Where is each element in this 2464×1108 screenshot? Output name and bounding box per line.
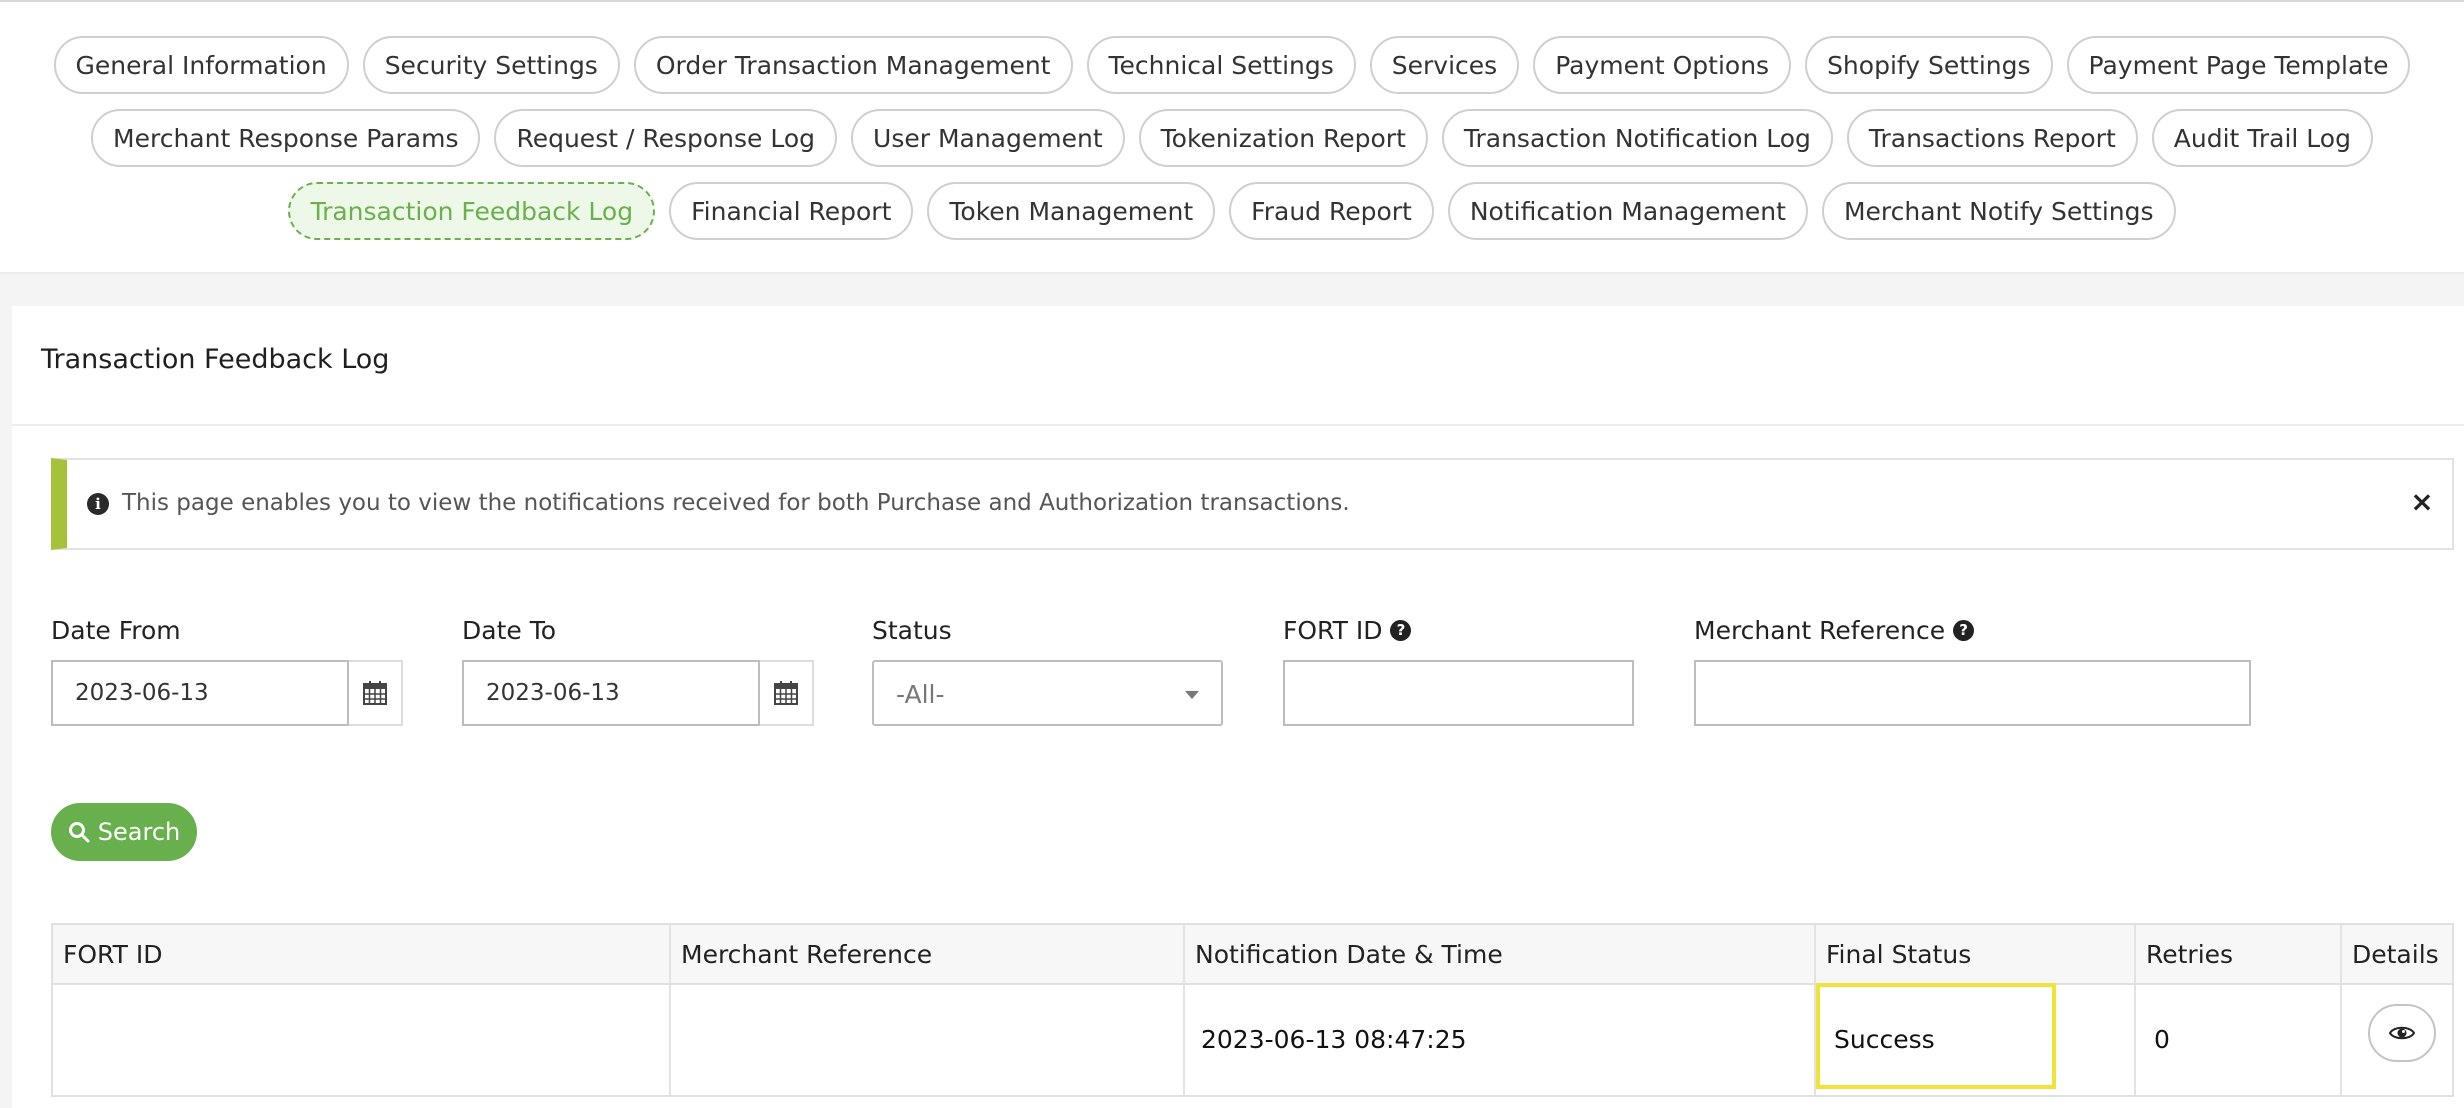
column-header-merchant-reference[interactable]: Merchant Reference [671, 925, 1185, 983]
date-to-label-text: Date To [462, 616, 557, 645]
tab-transactions-report[interactable]: Transactions Report [1846, 109, 2138, 167]
status-label-text: Status [872, 616, 952, 645]
tab-shopify-settings[interactable]: Shopify Settings [1805, 36, 2053, 94]
calendar-icon [774, 681, 798, 705]
alert-message: This page enables you to view the notifi… [122, 490, 1350, 516]
date-from-calendar-button[interactable] [349, 660, 403, 726]
question-circle-icon[interactable]: ? [1953, 620, 1975, 641]
final-status-value: Success [1834, 1025, 1935, 1054]
tab-security-settings[interactable]: Security Settings [362, 36, 620, 94]
tab-transaction-feedback-log[interactable]: Transaction Feedback Log [288, 182, 656, 240]
tab-general-information[interactable]: General Information [53, 36, 349, 94]
tab-financial-report[interactable]: Financial Report [669, 182, 914, 240]
tab-technical-settings[interactable]: Technical Settings [1086, 36, 1356, 94]
tab-payment-page-template[interactable]: Payment Page Template [2066, 36, 2411, 94]
column-header-notification-datetime[interactable]: Notification Date & Time [1185, 925, 1816, 983]
tab-merchant-notify-settings[interactable]: Merchant Notify Settings [1821, 182, 2176, 240]
tab-tokenization-report[interactable]: Tokenization Report [1138, 109, 1428, 167]
question-circle-icon[interactable]: ? [1390, 620, 1412, 641]
view-details-button[interactable] [2368, 1004, 2436, 1062]
status-label: Status [872, 616, 952, 645]
tab-fraud-report[interactable]: Fraud Report [1229, 182, 1434, 240]
column-header-fort-id[interactable]: FORT ID [53, 925, 671, 983]
retries-value: 0 [2154, 1025, 2170, 1054]
tab-notification-management[interactable]: Notification Management [1447, 182, 1808, 240]
column-header-retries[interactable]: Retries [2136, 925, 2342, 983]
cell-final-status: Success [1816, 983, 2136, 1095]
table-header: FORT ID Merchant Reference Notification … [53, 925, 2452, 985]
info-circle-icon: i [87, 493, 109, 515]
column-header-final-status[interactable]: Final Status [1816, 925, 2136, 983]
tab-payment-options[interactable]: Payment Options [1533, 36, 1792, 94]
final-status-highlight: Success [1816, 983, 2056, 1089]
nav-row-1: General Information Security Settings Or… [0, 36, 2464, 94]
date-to-input[interactable] [462, 660, 760, 726]
fort-id-label: FORT ID ? [1283, 616, 1412, 645]
transaction-feedback-card: Transaction Feedback Log i This page ena… [12, 306, 2464, 1108]
date-from-label-text: Date From [51, 616, 181, 645]
cell-merchant-reference [671, 985, 1185, 1095]
feedback-table: FORT ID Merchant Reference Notification … [51, 923, 2454, 1097]
tab-transaction-notification-log[interactable]: Transaction Notification Log [1441, 109, 1833, 167]
nav-row-2: Merchant Response Params Request / Respo… [0, 109, 2464, 167]
date-to-calendar-button[interactable] [760, 660, 814, 726]
tab-user-management[interactable]: User Management [851, 109, 1125, 167]
search-icon [68, 822, 90, 843]
merchant-reference-label-text: Merchant Reference [1694, 616, 1946, 645]
page-title: Transaction Feedback Log [41, 344, 390, 375]
cell-details [2342, 985, 2452, 1095]
close-icon[interactable]: × [2410, 488, 2434, 516]
search-button-label: Search [97, 818, 181, 846]
tab-order-transaction-management[interactable]: Order Transaction Management [633, 36, 1073, 94]
search-button[interactable]: Search [51, 803, 197, 861]
tab-request-response-log[interactable]: Request / Response Log [494, 109, 838, 167]
tab-token-management[interactable]: Token Management [927, 182, 1216, 240]
tab-merchant-response-params[interactable]: Merchant Response Params [91, 109, 481, 167]
fort-id-label-text: FORT ID [1283, 616, 1383, 645]
info-alert: i This page enables you to view the noti… [51, 458, 2454, 550]
settings-navigation: General Information Security Settings Or… [0, 0, 2464, 274]
date-from-label: Date From [51, 616, 181, 645]
date-to-label: Date To [462, 616, 556, 645]
table-row: 2023-06-13 08:47:25 Success 0 [53, 983, 2452, 1095]
nav-row-3: Transaction Feedback Log Financial Repor… [0, 182, 2464, 240]
card-header: Transaction Feedback Log [12, 306, 2464, 426]
fort-id-input[interactable] [1283, 660, 1634, 726]
column-header-details: Details [2352, 940, 2439, 969]
merchant-reference-label: Merchant Reference ? [1694, 616, 1975, 645]
date-from-input[interactable] [51, 660, 349, 726]
chevron-down-icon [1185, 691, 1199, 699]
status-select[interactable]: -All- [872, 660, 1223, 726]
merchant-reference-input[interactable] [1694, 660, 2251, 726]
tab-audit-trail-log[interactable]: Audit Trail Log [2151, 109, 2373, 167]
tab-services[interactable]: Services [1369, 36, 1520, 94]
cell-notification-datetime: 2023-06-13 08:47:25 [1185, 985, 1816, 1095]
cell-fort-id [53, 985, 671, 1095]
status-selected-value: -All- [896, 680, 945, 709]
eye-icon [2389, 1026, 2415, 1040]
notification-datetime-value: 2023-06-13 08:47:25 [1201, 1025, 1467, 1054]
calendar-icon [363, 681, 387, 705]
cell-retries: 0 [2136, 985, 2342, 1095]
